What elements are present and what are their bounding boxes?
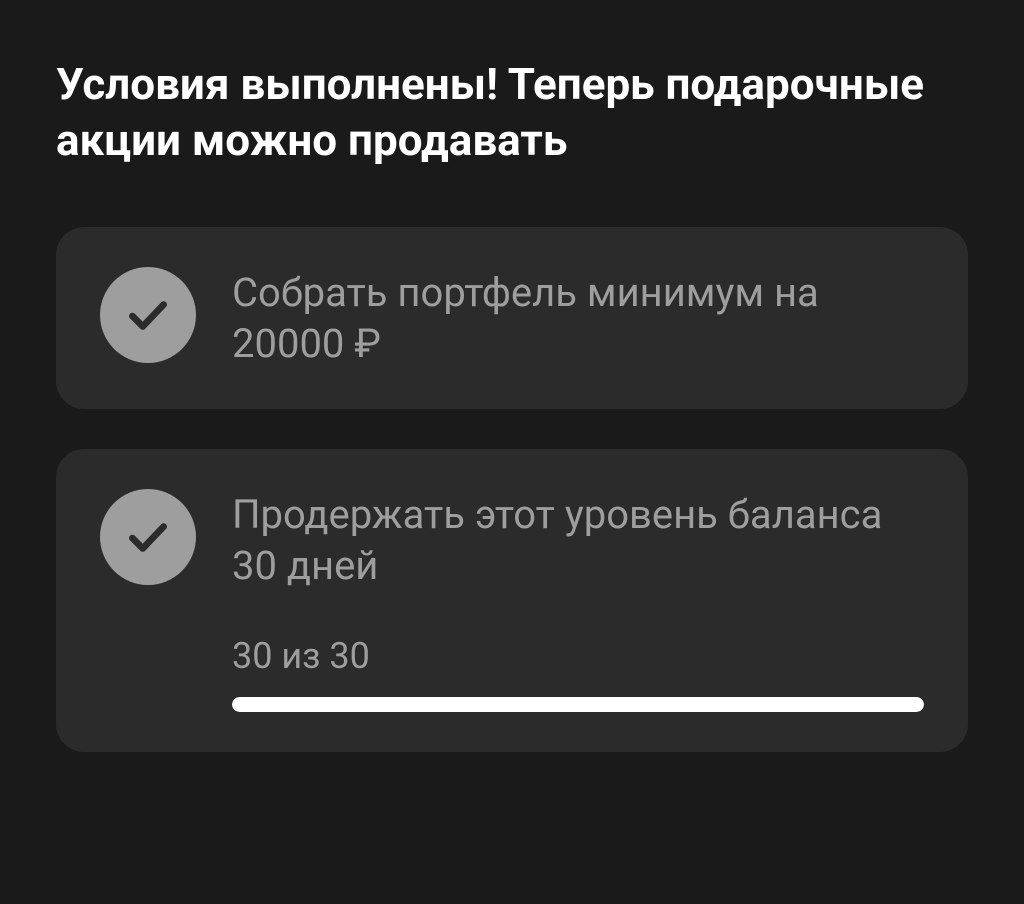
conditions-heading: Условия выполнены! Теперь подарочные акц… [56,56,968,169]
card-content: Собрать портфель минимум на 20000 ₽ [100,267,924,369]
check-circle [100,489,196,585]
card-text-block: Продержать этот уровень баланса 30 дней … [232,489,924,712]
checkmark-icon [123,512,173,562]
card-text-block: Собрать портфель минимум на 20000 ₽ [232,267,924,369]
progress-label: 30 из 30 [232,635,924,677]
condition-card: Собрать портфель минимум на 20000 ₽ [56,227,968,409]
check-circle [100,267,196,363]
progress-bar-fill [232,697,924,712]
condition-card: Продержать этот уровень баланса 30 дней … [56,449,968,752]
progress-bar [232,697,924,712]
condition-text: Собрать портфель минимум на 20000 ₽ [232,267,924,369]
checkmark-icon [123,290,173,340]
condition-text: Продержать этот уровень баланса 30 дней [232,489,924,591]
card-content: Продержать этот уровень баланса 30 дней … [100,489,924,712]
